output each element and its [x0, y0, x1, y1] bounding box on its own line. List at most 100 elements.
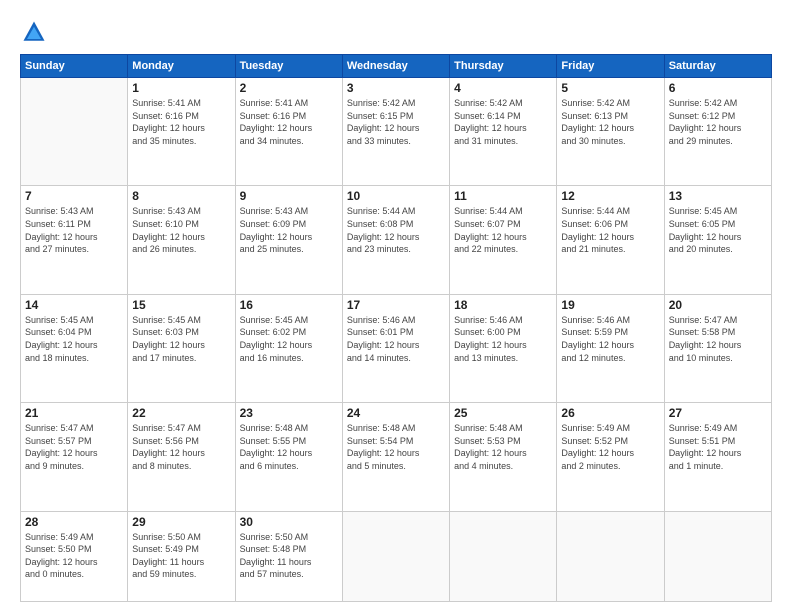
- day-info: Sunrise: 5:44 AMSunset: 6:07 PMDaylight:…: [454, 205, 552, 255]
- day-info: Sunrise: 5:48 AMSunset: 5:53 PMDaylight:…: [454, 422, 552, 472]
- day-number: 11: [454, 189, 552, 203]
- day-number: 28: [25, 515, 123, 529]
- calendar-cell: 21 Sunrise: 5:47 AMSunset: 5:57 PMDayligh…: [21, 403, 128, 511]
- day-info: Sunrise: 5:43 AMSunset: 6:10 PMDaylight:…: [132, 205, 230, 255]
- day-info: Sunrise: 5:47 AMSunset: 5:58 PMDaylight:…: [669, 314, 767, 364]
- day-number: 21: [25, 406, 123, 420]
- day-info: Sunrise: 5:48 AMSunset: 5:55 PMDaylight:…: [240, 422, 338, 472]
- day-number: 2: [240, 81, 338, 95]
- day-number: 16: [240, 298, 338, 312]
- day-number: 27: [669, 406, 767, 420]
- weekday-header-sunday: Sunday: [21, 55, 128, 78]
- calendar-cell: 27 Sunrise: 5:49 AMSunset: 5:51 PMDayligh…: [664, 403, 771, 511]
- logo: [20, 18, 52, 46]
- calendar-cell: [557, 511, 664, 601]
- day-number: 7: [25, 189, 123, 203]
- calendar-cell: 11 Sunrise: 5:44 AMSunset: 6:07 PMDayligh…: [450, 186, 557, 294]
- calendar-week-row: 14 Sunrise: 5:45 AMSunset: 6:04 PMDayligh…: [21, 294, 772, 402]
- calendar-cell: 5 Sunrise: 5:42 AMSunset: 6:13 PMDaylight…: [557, 78, 664, 186]
- calendar-cell: 4 Sunrise: 5:42 AMSunset: 6:14 PMDaylight…: [450, 78, 557, 186]
- header: [20, 18, 772, 46]
- day-number: 24: [347, 406, 445, 420]
- calendar-header-row: SundayMondayTuesdayWednesdayThursdayFrid…: [21, 55, 772, 78]
- day-number: 1: [132, 81, 230, 95]
- calendar-cell: [342, 511, 449, 601]
- day-number: 5: [561, 81, 659, 95]
- calendar-week-row: 1 Sunrise: 5:41 AMSunset: 6:16 PMDaylight…: [21, 78, 772, 186]
- calendar-cell: 18Sunrise: 5:46 AMSunset: 6:00 PMDayligh…: [450, 294, 557, 402]
- calendar-cell: 23Sunrise: 5:48 AMSunset: 5:55 PMDayligh…: [235, 403, 342, 511]
- calendar-table: SundayMondayTuesdayWednesdayThursdayFrid…: [20, 54, 772, 602]
- day-info: Sunrise: 5:43 AMSunset: 6:11 PMDaylight:…: [25, 205, 123, 255]
- day-info: Sunrise: 5:41 AMSunset: 6:16 PMDaylight:…: [240, 97, 338, 147]
- calendar-cell: 17 Sunrise: 5:46 AMSunset: 6:01 PMDayligh…: [342, 294, 449, 402]
- day-info: Sunrise: 5:45 AMSunset: 6:04 PMDaylight:…: [25, 314, 123, 364]
- day-info: Sunrise: 5:42 AMSunset: 6:13 PMDaylight:…: [561, 97, 659, 147]
- calendar-cell: 7 Sunrise: 5:43 AMSunset: 6:11 PMDaylight…: [21, 186, 128, 294]
- day-info: Sunrise: 5:48 AMSunset: 5:54 PMDaylight:…: [347, 422, 445, 472]
- day-number: 10: [347, 189, 445, 203]
- calendar-cell: 19 Sunrise: 5:46 AMSunset: 5:59 PMDayligh…: [557, 294, 664, 402]
- calendar-cell: 14 Sunrise: 5:45 AMSunset: 6:04 PMDayligh…: [21, 294, 128, 402]
- logo-icon: [20, 18, 48, 46]
- weekday-header-tuesday: Tuesday: [235, 55, 342, 78]
- calendar-cell: 3 Sunrise: 5:42 AMSunset: 6:15 PMDaylight…: [342, 78, 449, 186]
- day-info: Sunrise: 5:46 AMSunset: 5:59 PMDaylight:…: [561, 314, 659, 364]
- day-number: 4: [454, 81, 552, 95]
- day-info: Sunrise: 5:45 AMSunset: 6:05 PMDaylight:…: [669, 205, 767, 255]
- day-number: 20: [669, 298, 767, 312]
- calendar-cell: 29 Sunrise: 5:50 AMSunset: 5:49 PMDayligh…: [128, 511, 235, 601]
- day-info: Sunrise: 5:47 AMSunset: 5:57 PMDaylight:…: [25, 422, 123, 472]
- weekday-header-thursday: Thursday: [450, 55, 557, 78]
- day-info: Sunrise: 5:49 AMSunset: 5:50 PMDaylight:…: [25, 531, 123, 581]
- calendar-week-row: 28 Sunrise: 5:49 AMSunset: 5:50 PMDayligh…: [21, 511, 772, 601]
- day-info: Sunrise: 5:42 AMSunset: 6:14 PMDaylight:…: [454, 97, 552, 147]
- day-number: 3: [347, 81, 445, 95]
- day-number: 22: [132, 406, 230, 420]
- calendar-cell: 25 Sunrise: 5:48 AMSunset: 5:53 PMDayligh…: [450, 403, 557, 511]
- weekday-header-monday: Monday: [128, 55, 235, 78]
- day-info: Sunrise: 5:44 AMSunset: 6:08 PMDaylight:…: [347, 205, 445, 255]
- calendar-week-row: 7 Sunrise: 5:43 AMSunset: 6:11 PMDaylight…: [21, 186, 772, 294]
- day-info: Sunrise: 5:45 AMSunset: 6:02 PMDaylight:…: [240, 314, 338, 364]
- page: SundayMondayTuesdayWednesdayThursdayFrid…: [0, 0, 792, 612]
- calendar-cell: 26Sunrise: 5:49 AMSunset: 5:52 PMDayligh…: [557, 403, 664, 511]
- day-info: Sunrise: 5:41 AMSunset: 6:16 PMDaylight:…: [132, 97, 230, 147]
- calendar-cell: 16 Sunrise: 5:45 AMSunset: 6:02 PMDayligh…: [235, 294, 342, 402]
- calendar-cell: 8Sunrise: 5:43 AMSunset: 6:10 PMDaylight…: [128, 186, 235, 294]
- day-number: 17: [347, 298, 445, 312]
- calendar-cell: 10 Sunrise: 5:44 AMSunset: 6:08 PMDayligh…: [342, 186, 449, 294]
- day-info: Sunrise: 5:49 AMSunset: 5:51 PMDaylight:…: [669, 422, 767, 472]
- day-info: Sunrise: 5:50 AMSunset: 5:49 PMDaylight:…: [132, 531, 230, 581]
- day-number: 9: [240, 189, 338, 203]
- calendar-cell: 1 Sunrise: 5:41 AMSunset: 6:16 PMDaylight…: [128, 78, 235, 186]
- day-info: Sunrise: 5:45 AMSunset: 6:03 PMDaylight:…: [132, 314, 230, 364]
- day-number: 14: [25, 298, 123, 312]
- calendar-cell: 28 Sunrise: 5:49 AMSunset: 5:50 PMDayligh…: [21, 511, 128, 601]
- calendar-cell: 24 Sunrise: 5:48 AMSunset: 5:54 PMDayligh…: [342, 403, 449, 511]
- calendar-cell: 12 Sunrise: 5:44 AMSunset: 6:06 PMDayligh…: [557, 186, 664, 294]
- calendar-cell: [450, 511, 557, 601]
- day-number: 25: [454, 406, 552, 420]
- calendar-cell: [21, 78, 128, 186]
- day-number: 29: [132, 515, 230, 529]
- weekday-header-friday: Friday: [557, 55, 664, 78]
- calendar-cell: 13 Sunrise: 5:45 AMSunset: 6:05 PMDayligh…: [664, 186, 771, 294]
- day-number: 19: [561, 298, 659, 312]
- calendar-cell: 30Sunrise: 5:50 AMSunset: 5:48 PMDayligh…: [235, 511, 342, 601]
- calendar-cell: 15Sunrise: 5:45 AMSunset: 6:03 PMDayligh…: [128, 294, 235, 402]
- day-number: 26: [561, 406, 659, 420]
- day-info: Sunrise: 5:44 AMSunset: 6:06 PMDaylight:…: [561, 205, 659, 255]
- day-number: 13: [669, 189, 767, 203]
- day-info: Sunrise: 5:47 AMSunset: 5:56 PMDaylight:…: [132, 422, 230, 472]
- calendar-cell: 20 Sunrise: 5:47 AMSunset: 5:58 PMDayligh…: [664, 294, 771, 402]
- day-number: 6: [669, 81, 767, 95]
- calendar-cell: 2 Sunrise: 5:41 AMSunset: 6:16 PMDaylight…: [235, 78, 342, 186]
- calendar-cell: 6 Sunrise: 5:42 AMSunset: 6:12 PMDaylight…: [664, 78, 771, 186]
- day-info: Sunrise: 5:42 AMSunset: 6:12 PMDaylight:…: [669, 97, 767, 147]
- day-info: Sunrise: 5:42 AMSunset: 6:15 PMDaylight:…: [347, 97, 445, 147]
- day-info: Sunrise: 5:46 AMSunset: 6:01 PMDaylight:…: [347, 314, 445, 364]
- day-info: Sunrise: 5:50 AMSunset: 5:48 PMDaylight:…: [240, 531, 338, 581]
- weekday-header-wednesday: Wednesday: [342, 55, 449, 78]
- day-number: 12: [561, 189, 659, 203]
